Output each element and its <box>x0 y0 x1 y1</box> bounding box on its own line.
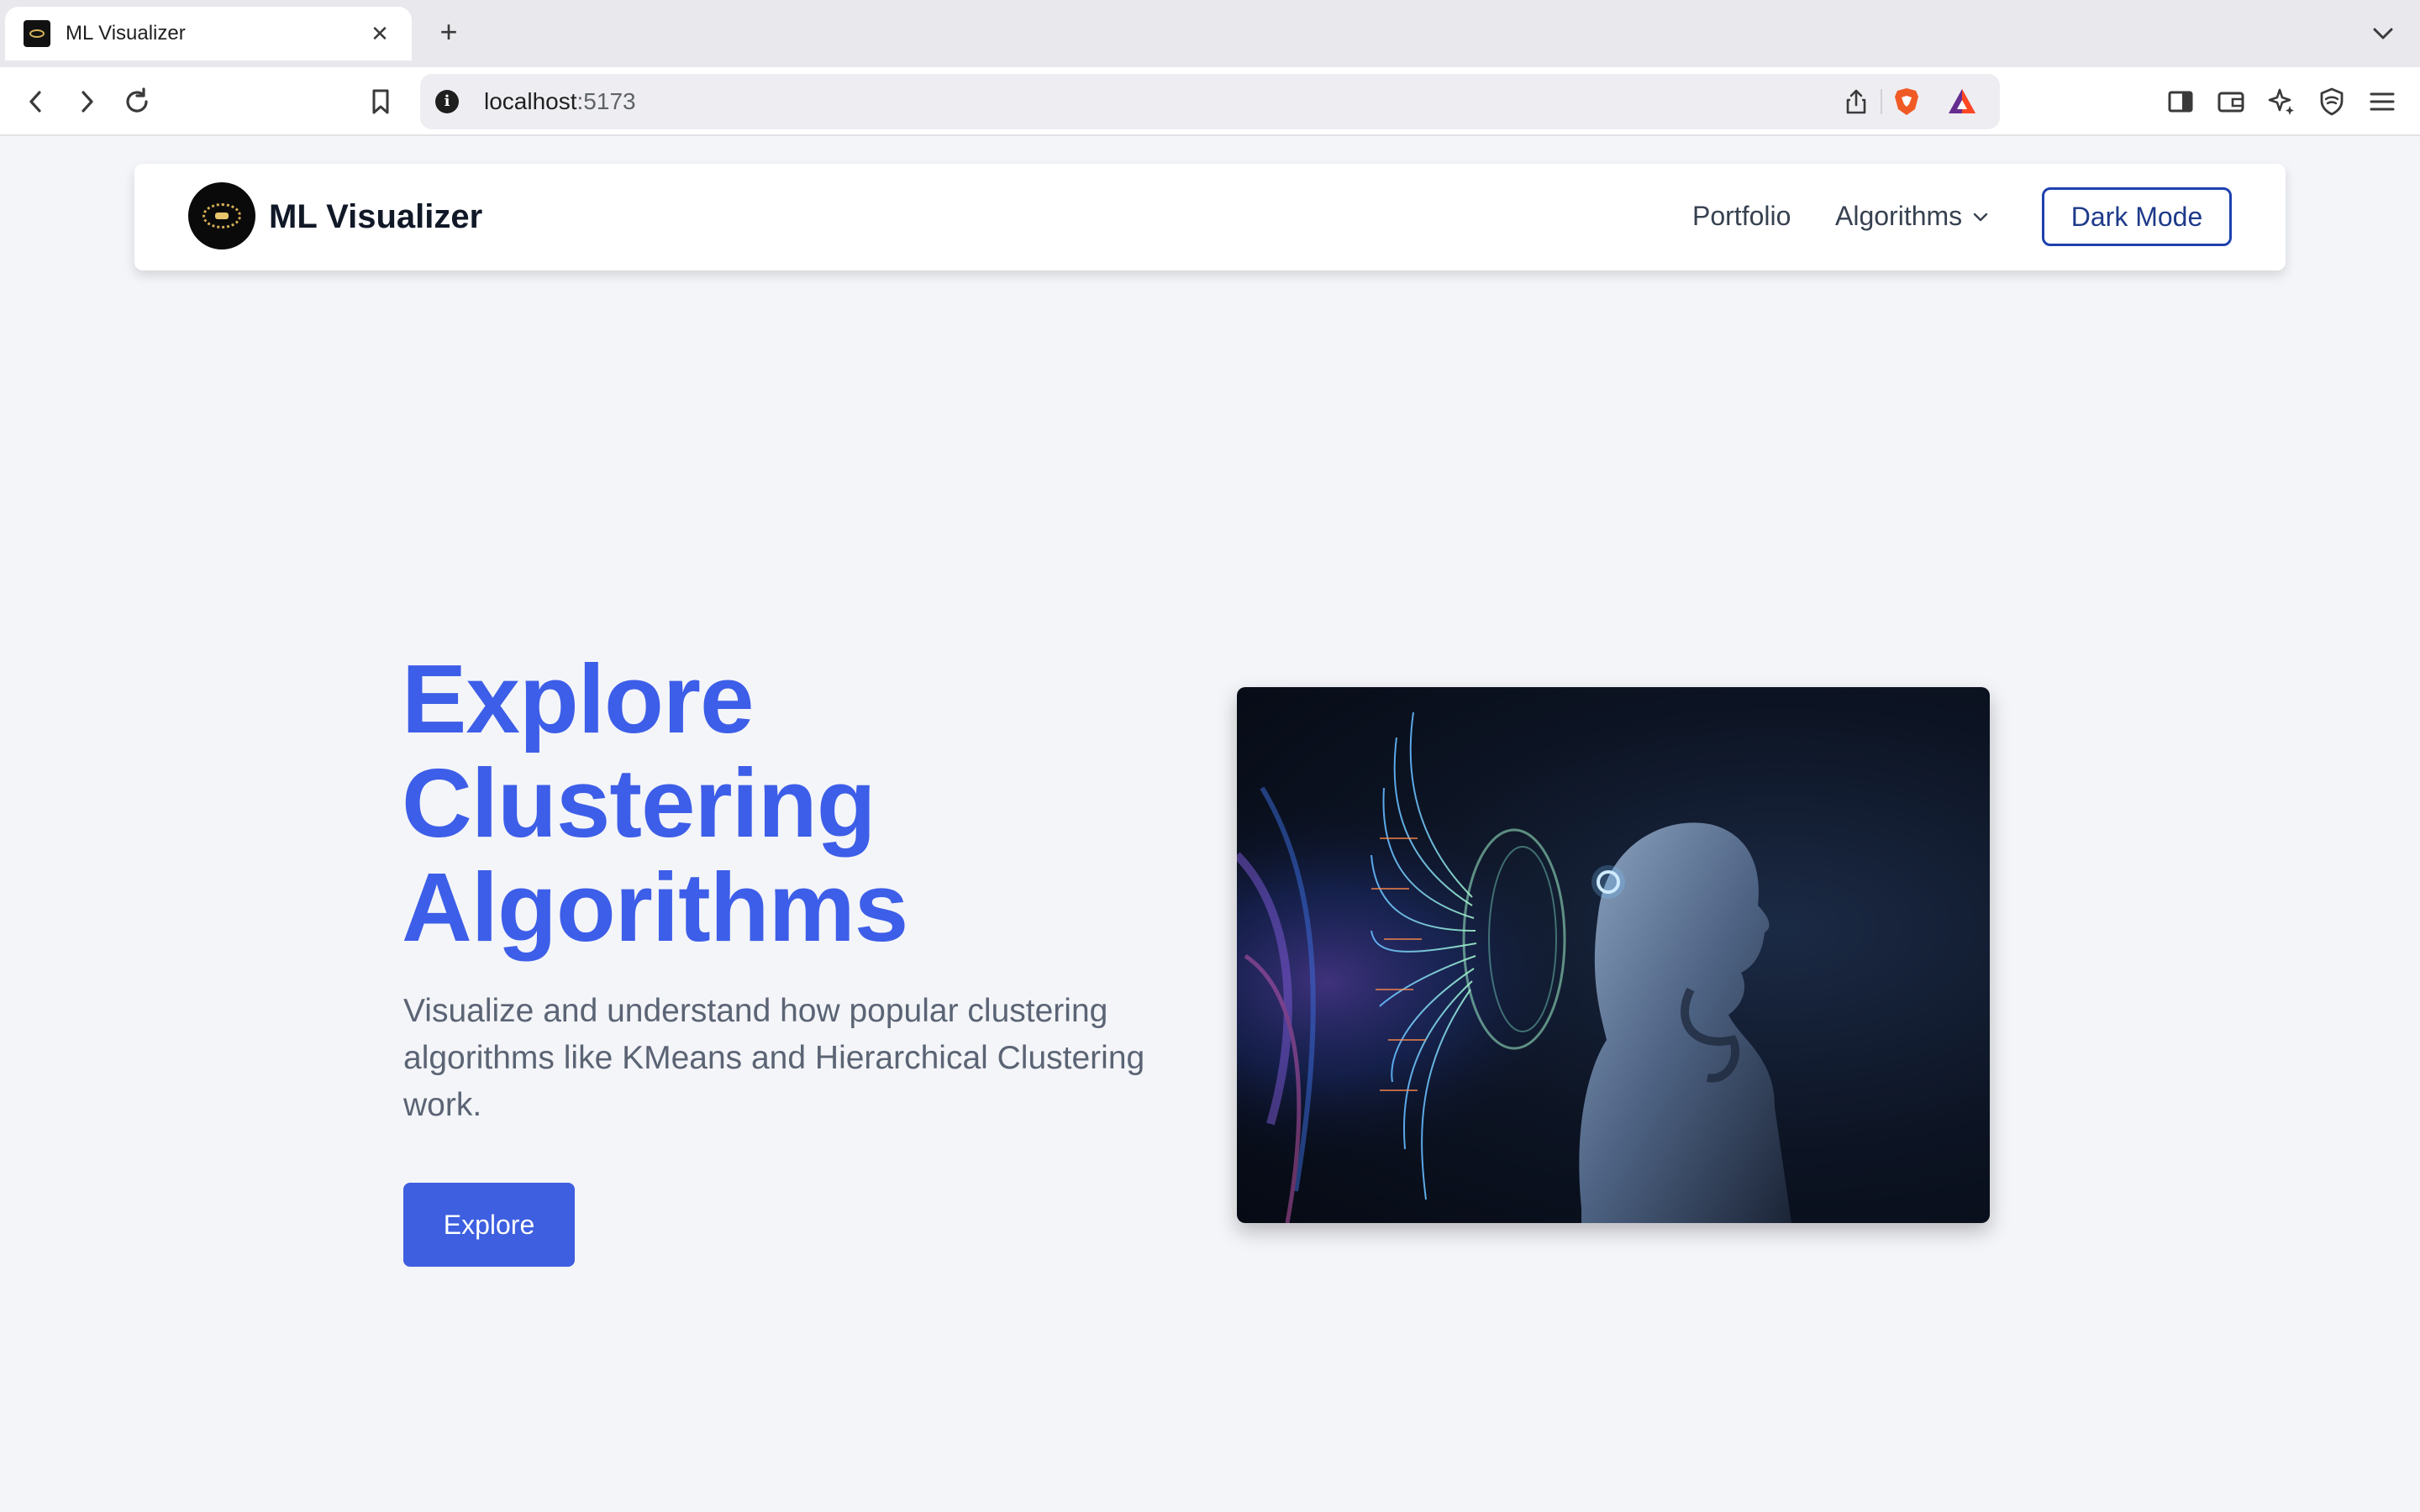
menu-icon[interactable] <box>2363 82 2402 121</box>
url-host: localhost <box>484 88 577 114</box>
site-navbar: ML Visualizer Portfolio Algorithms Dark … <box>134 164 2286 270</box>
dark-mode-button[interactable]: Dark Mode <box>2042 187 2232 246</box>
tab-close-icon[interactable]: ✕ <box>366 21 393 47</box>
browser-tab-active[interactable]: ML Visualizer ✕ <box>5 7 412 60</box>
forward-icon[interactable] <box>67 82 106 121</box>
hero-description: Visualize and understand how popular clu… <box>403 993 1145 1123</box>
hero-title-line: Explore <box>402 644 754 753</box>
url-text[interactable]: localhost:5173 <box>484 88 636 115</box>
new-tab-button[interactable]: + <box>430 13 467 50</box>
sidebar-icon[interactable] <box>2161 82 2200 121</box>
hero-title-line: Clustering <box>402 748 876 858</box>
page-viewport: ML Visualizer Portfolio Algorithms Dark … <box>0 136 2420 1512</box>
explore-button[interactable]: Explore <box>403 1183 575 1267</box>
url-port: :5173 <box>576 88 636 114</box>
vpn-icon[interactable] <box>2312 82 2351 121</box>
brave-rewards-icon[interactable] <box>1946 86 1978 118</box>
tab-strip: ML Visualizer ✕ + <box>0 0 2420 67</box>
site-favicon-icon <box>24 20 50 47</box>
address-bar[interactable]: i localhost:5173 <box>420 74 2000 129</box>
wallet-icon[interactable] <box>2212 82 2250 121</box>
hero-image-ai-robot <box>1237 687 1990 1223</box>
nav-link-portfolio[interactable]: Portfolio <box>1692 201 1791 232</box>
chevron-down-icon <box>1973 213 1988 221</box>
share-icon[interactable] <box>1842 87 1870 116</box>
brave-shield-icon[interactable] <box>1891 86 1923 118</box>
tab-title: ML Visualizer <box>66 22 186 45</box>
hero-title: Explore Clustering Algorithms <box>402 647 1158 959</box>
leo-ai-icon[interactable] <box>2262 82 2301 121</box>
bookmark-icon[interactable] <box>361 82 400 121</box>
site-info-icon[interactable]: i <box>435 90 459 113</box>
address-bar-divider <box>1881 89 1882 114</box>
tab-list-chevron-icon[interactable] <box>2368 18 2398 49</box>
hero-title-line: Algorithms <box>402 853 908 962</box>
nav-dropdown-algorithms-label: Algorithms <box>1835 201 1963 231</box>
brand-logo-icon[interactable] <box>188 182 255 249</box>
brand-name[interactable]: ML Visualizer <box>269 198 482 236</box>
back-icon[interactable] <box>17 82 55 121</box>
browser-toolbar: i localhost:5173 <box>0 67 2420 136</box>
reload-icon[interactable] <box>118 82 156 121</box>
nav-dropdown-algorithms[interactable]: Algorithms <box>1835 201 1991 232</box>
